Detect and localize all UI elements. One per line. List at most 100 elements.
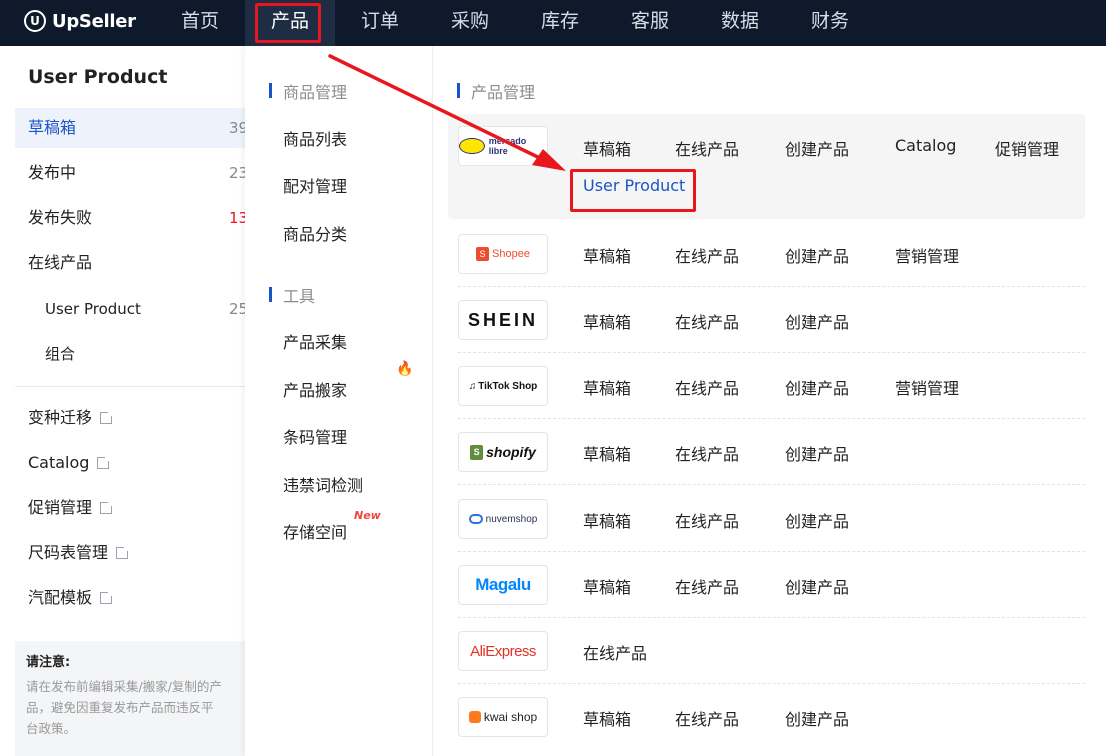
link-online-products[interactable]: 在线产品 <box>675 508 739 532</box>
link-create-product[interactable]: 创建产品 <box>785 706 849 730</box>
platform-panel: 产品管理 mercado libre 草稿箱 在线产品 创建产品 Catalog… <box>433 46 1106 756</box>
link-create-product[interactable]: 创建产品 <box>785 441 849 465</box>
link-drafts[interactable]: 草稿箱 <box>583 243 631 267</box>
sidebar-item-label: 在线产品 <box>28 253 93 272</box>
link-online-products[interactable]: 在线产品 <box>675 309 739 333</box>
logo-text: Shopee <box>492 248 530 260</box>
link-online-products[interactable]: 在线产品 <box>583 640 647 664</box>
link-create-product[interactable]: 创建产品 <box>785 309 849 333</box>
link-drafts[interactable]: 草稿箱 <box>583 309 631 333</box>
link-create-product[interactable]: 创建产品 <box>785 136 849 160</box>
link-create-product[interactable]: 创建产品 <box>785 375 849 399</box>
sidebar-title: User Product <box>28 66 168 88</box>
platform-row-magalu: Magalu 草稿箱 在线产品 创建产品 <box>448 564 1085 608</box>
upseller-logo[interactable]: U UpSeller <box>24 10 136 32</box>
nav-customer-service[interactable]: 客服 <box>614 0 686 46</box>
shopee-bag-icon: S <box>476 247 490 261</box>
link-online-products[interactable]: 在线产品 <box>675 136 739 160</box>
link-catalog[interactable]: Catalog <box>895 136 956 155</box>
row-divider <box>458 484 1085 485</box>
nav-data[interactable]: 数据 <box>704 0 776 46</box>
row-divider <box>458 418 1085 419</box>
sidebar-link-variant-migration[interactable]: 变种迁移 <box>15 398 255 438</box>
sidebar-link-label: 汽配模板 <box>28 588 93 607</box>
shopify-logo: S shopify <box>458 432 548 472</box>
menu-item-product-move[interactable]: 产品搬家 🔥 <box>283 361 413 401</box>
link-create-product[interactable]: 创建产品 <box>785 243 849 267</box>
menu-item-product-scrape[interactable]: 产品采集 <box>283 329 347 353</box>
logo-text: kwai shop <box>483 710 538 724</box>
link-drafts[interactable]: 草稿箱 <box>583 706 631 730</box>
nav-purchase[interactable]: 采购 <box>434 0 506 46</box>
link-online-products[interactable]: 在线产品 <box>675 441 739 465</box>
mercado-libre-logo: mercado libre <box>458 126 548 166</box>
notice-box: 请注意: 请在发布前编辑采集/搬家/复制的产 品，避免因重复发布产品而违反平 台… <box>15 641 245 756</box>
sidebar-item-publish-failed[interactable]: 发布失败 13 <box>15 198 255 238</box>
sidebar-item-user-product[interactable]: User Product 25 <box>15 289 255 329</box>
sidebar-item-bundle[interactable]: 组合 <box>15 334 255 374</box>
link-online-products[interactable]: 在线产品 <box>675 375 739 399</box>
annotation-box-products-nav <box>255 3 321 43</box>
menu-item-product-list[interactable]: 商品列表 <box>283 126 347 150</box>
link-online-products[interactable]: 在线产品 <box>675 243 739 267</box>
external-link-icon <box>100 500 115 514</box>
logo-text: UpSeller <box>52 10 136 32</box>
platform-row-shopify: S shopify 草稿箱 在线产品 创建产品 <box>448 431 1085 475</box>
nav-home[interactable]: 首页 <box>164 0 236 46</box>
menu-item-storage[interactable]: 存储空间 New <box>283 509 381 543</box>
link-drafts[interactable]: 草稿箱 <box>583 574 631 598</box>
sidebar-item-drafts[interactable]: 草稿箱 39 <box>15 108 255 148</box>
sidebar-divider <box>15 386 245 387</box>
shopee-logo: S Shopee <box>458 234 548 274</box>
logo-text: nuvemshop <box>485 513 538 525</box>
link-marketing[interactable]: 营销管理 <box>895 243 959 267</box>
external-link-icon <box>97 455 112 469</box>
logo-text: mercado libre <box>488 136 527 156</box>
link-drafts[interactable]: 草稿箱 <box>583 441 631 465</box>
link-promotions[interactable]: 促销管理 <box>995 136 1059 160</box>
notice-line: 品，避免因重复发布产品而违反平 <box>26 700 214 715</box>
nav-finance[interactable]: 财务 <box>794 0 866 46</box>
link-create-product[interactable]: 创建产品 <box>785 574 849 598</box>
nav-inventory[interactable]: 库存 <box>524 0 596 46</box>
notice-line: 请在发布前编辑采集/搬家/复制的产 <box>26 679 222 694</box>
upseller-logo-icon: U <box>24 10 46 32</box>
kwai-icon <box>468 711 481 723</box>
sidebar-link-label: 促销管理 <box>28 498 93 517</box>
menu-item-product-category[interactable]: 商品分类 <box>283 221 347 245</box>
new-badge: New <box>354 509 381 522</box>
link-marketing[interactable]: 营销管理 <box>895 375 959 399</box>
menu-item-label: 存储空间 <box>283 523 348 542</box>
link-drafts[interactable]: 草稿箱 <box>583 508 631 532</box>
menu-section-product-management: 商品管理 <box>269 79 347 103</box>
sidebar-link-promotions[interactable]: 促销管理 <box>15 488 255 528</box>
top-nav-bar: U UpSeller 首页 产品 订单 采购 库存 客服 数据 财务 <box>0 0 1106 46</box>
row-divider <box>458 352 1085 353</box>
platform-row-aliexpress: AliExpress 在线产品 <box>448 630 1085 674</box>
link-drafts[interactable]: 草稿箱 <box>583 375 631 399</box>
link-online-products[interactable]: 在线产品 <box>675 706 739 730</box>
menu-item-barcode[interactable]: 条码管理 <box>283 424 347 448</box>
sidebar-item-label: 草稿箱 <box>28 118 77 137</box>
link-create-product[interactable]: 创建产品 <box>785 508 849 532</box>
link-online-products[interactable]: 在线产品 <box>675 574 739 598</box>
nuvemshop-logo: nuvemshop <box>458 499 548 539</box>
handshake-icon <box>459 138 485 154</box>
row-divider <box>458 617 1085 618</box>
menu-item-banned-words[interactable]: 违禁词检测 <box>283 472 363 496</box>
sidebar-link-size-chart[interactable]: 尺码表管理 <box>15 533 255 573</box>
platform-row-shopee: S Shopee 草稿箱 在线产品 创建产品 营销管理 <box>448 233 1085 277</box>
platform-row-shein: SHEIN 草稿箱 在线产品 创建产品 <box>448 299 1085 343</box>
sidebar-item-label: 组合 <box>45 345 76 363</box>
link-drafts[interactable]: 草稿箱 <box>583 136 631 160</box>
sidebar-link-label: Catalog <box>28 453 90 472</box>
menu-item-pairing[interactable]: 配对管理 <box>283 173 347 197</box>
nav-orders[interactable]: 订单 <box>344 0 416 46</box>
sidebar-item-publishing[interactable]: 发布中 23 <box>15 153 255 193</box>
sidebar-link-catalog[interactable]: Catalog <box>15 443 255 483</box>
external-link-icon <box>116 545 131 559</box>
tiktok-note-icon: ♫ <box>468 380 477 392</box>
sidebar-item-online-products[interactable]: 在线产品 <box>15 243 255 283</box>
menu-item-label: 产品搬家 <box>283 381 348 400</box>
sidebar-link-auto-parts-template[interactable]: 汽配模板 <box>15 578 255 618</box>
